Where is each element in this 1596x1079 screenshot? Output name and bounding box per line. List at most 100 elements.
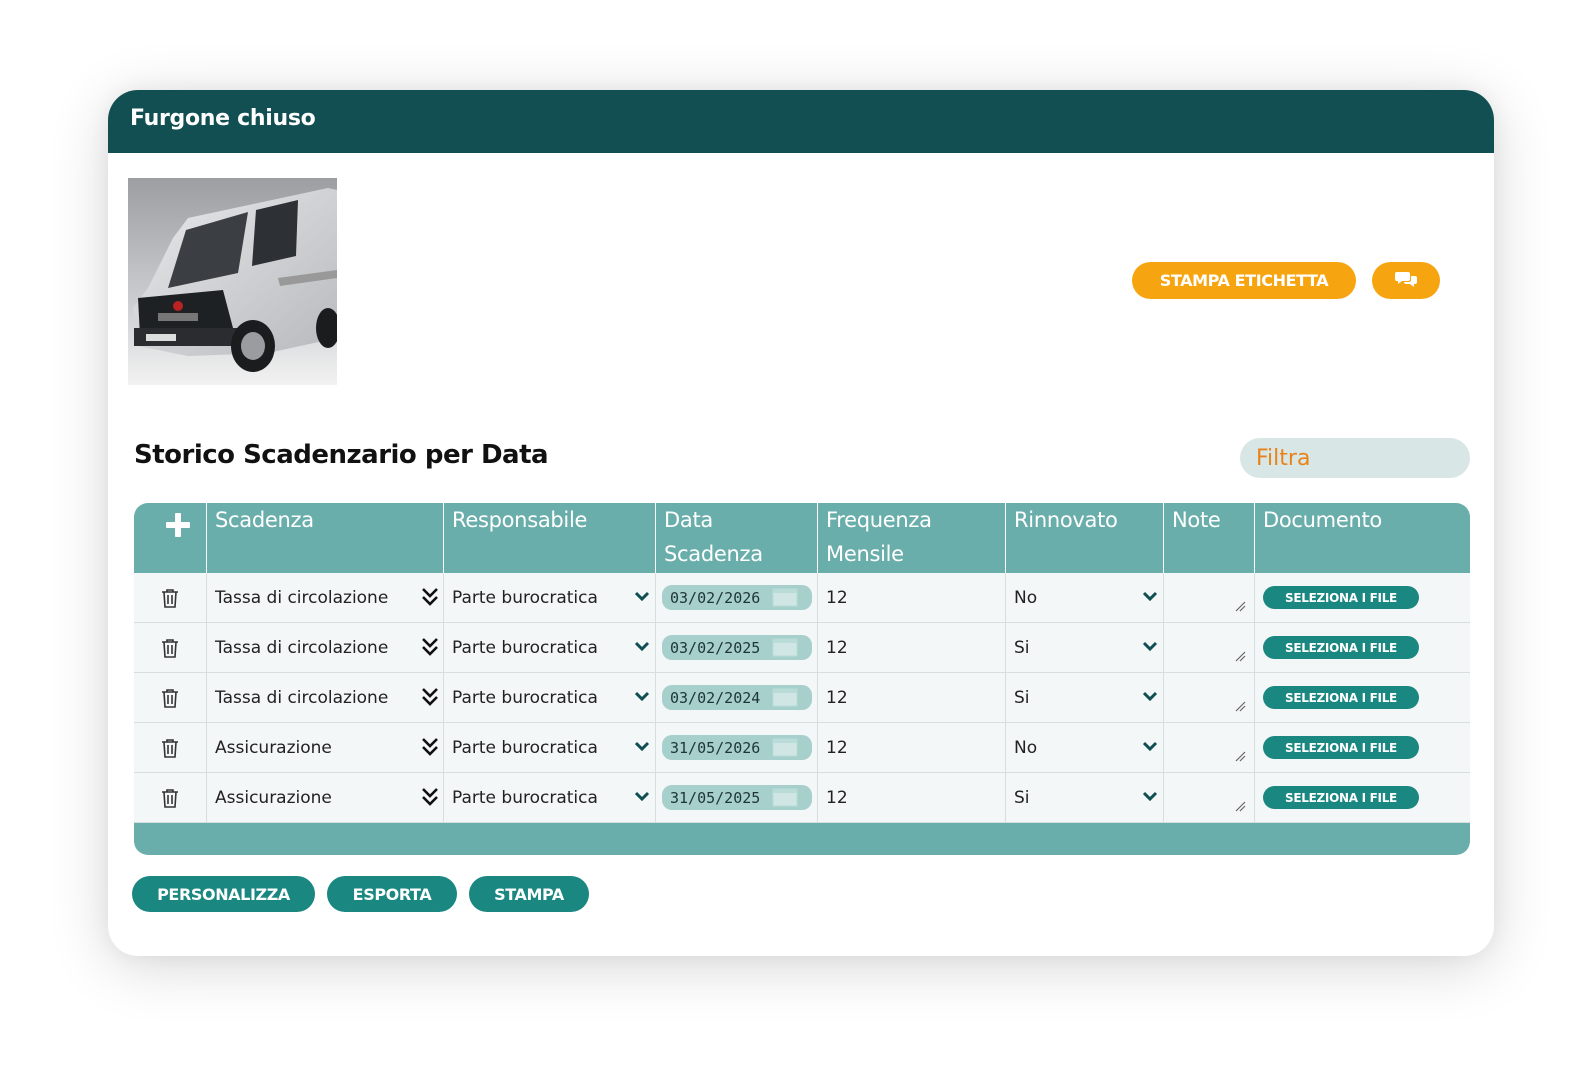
- responsabile-select[interactable]: Parte burocratica: [443, 573, 655, 622]
- note-textarea[interactable]: [1163, 623, 1254, 672]
- note-textarea[interactable]: [1163, 723, 1254, 772]
- filter-input[interactable]: Filtra: [1240, 438, 1470, 478]
- responsabile-value: Parte burocratica: [452, 737, 598, 758]
- select-files-button[interactable]: SELEZIONA I FILE: [1263, 686, 1419, 709]
- chat-button[interactable]: [1372, 262, 1440, 299]
- column-header-documento[interactable]: Documento: [1254, 503, 1470, 573]
- select-files-button[interactable]: SELEZIONA I FILE: [1263, 786, 1419, 809]
- calendar-icon[interactable]: [772, 737, 798, 757]
- rinnovato-select[interactable]: No: [1005, 723, 1163, 772]
- chevron-down-icon: [634, 641, 650, 652]
- delete-button[interactable]: [134, 773, 206, 822]
- scadenza-value: Tassa di circolazione: [215, 637, 389, 658]
- responsabile-value: Parte burocratica: [452, 687, 598, 708]
- date-input[interactable]: 03/02/2025: [662, 635, 812, 660]
- resize-handle-icon[interactable]: [1234, 800, 1246, 812]
- responsabile-select[interactable]: Parte burocratica: [443, 773, 655, 822]
- column-header-rinnovato[interactable]: Rinnovato: [1005, 503, 1163, 573]
- chevron-down-icon: [1142, 591, 1158, 602]
- column-header-note[interactable]: Note: [1163, 503, 1254, 573]
- column-header-scadenza[interactable]: Scadenza: [206, 503, 443, 573]
- rinnovato-select[interactable]: Si: [1005, 673, 1163, 722]
- rinnovato-value: Si: [1014, 787, 1030, 808]
- responsabile-select[interactable]: Parte burocratica: [443, 623, 655, 672]
- delete-button[interactable]: [134, 673, 206, 722]
- date-cell[interactable]: 31/05/2026: [655, 723, 817, 772]
- print-button[interactable]: STAMPA: [469, 876, 589, 912]
- scadenza-value: Assicurazione: [215, 787, 332, 808]
- rinnovato-value: Si: [1014, 687, 1030, 708]
- double-chevron-down-icon: [422, 588, 438, 606]
- frequenza-cell[interactable]: 12: [817, 773, 1005, 822]
- note-textarea[interactable]: [1163, 673, 1254, 722]
- resize-handle-icon[interactable]: [1234, 750, 1246, 762]
- chevron-down-icon: [1142, 641, 1158, 652]
- column-header-frequenza[interactable]: Frequenza Mensile: [817, 503, 1005, 573]
- scadenza-select[interactable]: Assicurazione: [206, 773, 443, 822]
- double-chevron-down-icon: [422, 638, 438, 656]
- scadenza-select[interactable]: Tassa di circolazione: [206, 623, 443, 672]
- resize-handle-icon[interactable]: [1234, 600, 1246, 612]
- resize-handle-icon[interactable]: [1234, 700, 1246, 712]
- date-input[interactable]: 31/05/2025: [662, 785, 812, 810]
- rinnovato-select[interactable]: Si: [1005, 623, 1163, 672]
- select-files-button[interactable]: SELEZIONA I FILE: [1263, 736, 1419, 759]
- date-input[interactable]: 03/02/2026: [662, 585, 812, 610]
- frequenza-cell[interactable]: 12: [817, 573, 1005, 622]
- date-value: 03/02/2026: [670, 588, 761, 607]
- calendar-icon[interactable]: [772, 587, 798, 607]
- scadenza-value: Assicurazione: [215, 737, 332, 758]
- select-files-button[interactable]: SELEZIONA I FILE: [1263, 586, 1419, 609]
- export-button[interactable]: ESPORTA: [327, 876, 457, 912]
- note-textarea[interactable]: [1163, 773, 1254, 822]
- document-cell: SELEZIONA I FILE: [1254, 673, 1470, 722]
- date-cell[interactable]: 03/02/2025: [655, 623, 817, 672]
- trash-icon[interactable]: [161, 738, 179, 758]
- trash-icon[interactable]: [161, 638, 179, 658]
- trash-icon[interactable]: [161, 588, 179, 608]
- double-chevron-down-icon: [422, 788, 438, 806]
- delete-button[interactable]: [134, 573, 206, 622]
- print-label-button[interactable]: STAMPA ETICHETTA: [1132, 262, 1356, 299]
- calendar-icon[interactable]: [772, 637, 798, 657]
- column-header-responsabile[interactable]: Responsabile: [443, 503, 655, 573]
- table-row: Assicurazione Parte burocratica 31/05/20…: [134, 723, 1470, 773]
- responsabile-select[interactable]: Parte burocratica: [443, 723, 655, 772]
- chat-bubbles-icon: [1395, 270, 1417, 292]
- table-body: Tassa di circolazione Parte burocratica …: [134, 573, 1470, 823]
- rinnovato-value: Si: [1014, 637, 1030, 658]
- responsabile-select[interactable]: Parte burocratica: [443, 673, 655, 722]
- customize-button[interactable]: PERSONALIZZA: [132, 876, 315, 912]
- date-value: 03/02/2024: [670, 688, 761, 707]
- date-input[interactable]: 31/05/2026: [662, 735, 812, 760]
- column-header-data-scadenza[interactable]: Data Scadenza: [655, 503, 817, 573]
- date-cell[interactable]: 03/02/2026: [655, 573, 817, 622]
- card-title: Furgone chiuso: [130, 106, 316, 131]
- chevron-down-icon: [634, 791, 650, 802]
- add-row-cell[interactable]: [134, 503, 206, 573]
- chevron-down-icon: [634, 741, 650, 752]
- date-input[interactable]: 03/02/2024: [662, 685, 812, 710]
- frequenza-cell[interactable]: 12: [817, 673, 1005, 722]
- calendar-icon[interactable]: [772, 687, 798, 707]
- trash-icon[interactable]: [161, 688, 179, 708]
- frequenza-cell[interactable]: 12: [817, 723, 1005, 772]
- date-cell[interactable]: 31/05/2025: [655, 773, 817, 822]
- delete-button[interactable]: [134, 623, 206, 672]
- scadenza-select[interactable]: Assicurazione: [206, 723, 443, 772]
- note-textarea[interactable]: [1163, 573, 1254, 622]
- scadenza-select[interactable]: Tassa di circolazione: [206, 573, 443, 622]
- frequenza-cell[interactable]: 12: [817, 623, 1005, 672]
- rinnovato-select[interactable]: No: [1005, 573, 1163, 622]
- document-cell: SELEZIONA I FILE: [1254, 573, 1470, 622]
- plus-icon[interactable]: [164, 511, 192, 539]
- select-files-button[interactable]: SELEZIONA I FILE: [1263, 636, 1419, 659]
- resize-handle-icon[interactable]: [1234, 650, 1246, 662]
- delete-button[interactable]: [134, 723, 206, 772]
- calendar-icon[interactable]: [772, 787, 798, 807]
- date-cell[interactable]: 03/02/2024: [655, 673, 817, 722]
- document-cell: SELEZIONA I FILE: [1254, 773, 1470, 822]
- scadenza-select[interactable]: Tassa di circolazione: [206, 673, 443, 722]
- trash-icon[interactable]: [161, 788, 179, 808]
- rinnovato-select[interactable]: Si: [1005, 773, 1163, 822]
